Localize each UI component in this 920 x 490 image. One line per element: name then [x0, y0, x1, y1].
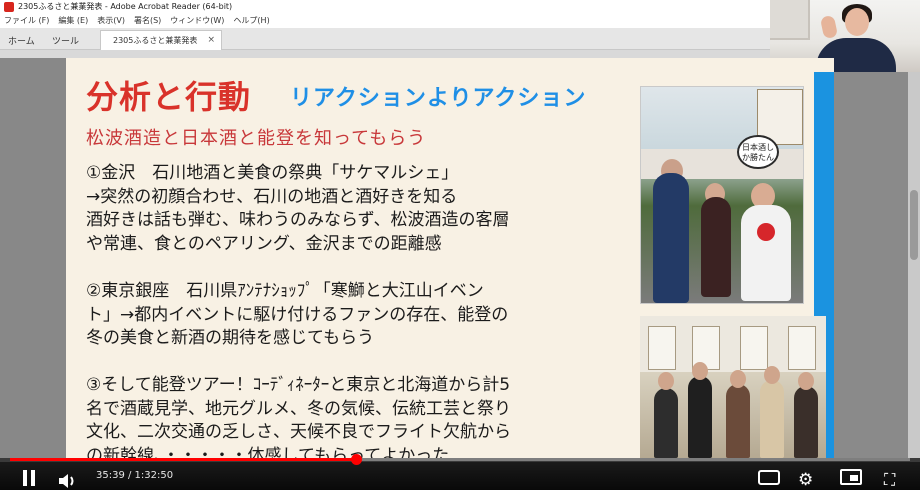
- progress-scrubber[interactable]: [351, 454, 362, 465]
- gear-icon[interactable]: ⚙: [798, 466, 813, 490]
- volume-icon[interactable]: [58, 471, 78, 488]
- photo-shirt-logo: [757, 223, 775, 241]
- tab-document[interactable]: 2305ふるさと兼業発表 ×: [100, 30, 222, 50]
- document-scrollbar[interactable]: [908, 72, 920, 458]
- fullscreen-icon[interactable]: ⛶: [884, 466, 895, 490]
- slide-subtitle: リアクションよりアクション: [290, 86, 587, 111]
- scrollbar-thumb[interactable]: [910, 190, 918, 260]
- slide-title: 分析と行動: [86, 78, 252, 116]
- photo-person: [653, 173, 689, 303]
- close-icon[interactable]: ×: [207, 35, 215, 45]
- photo-person-head: [730, 370, 746, 388]
- tab-tools[interactable]: ツール: [52, 34, 79, 47]
- acrobat-app-icon: [4, 2, 14, 12]
- photo-person: [794, 386, 818, 458]
- tab-home[interactable]: ホーム: [8, 34, 35, 47]
- paragraph-ginza: ②東京銀座 石川県ｱﾝﾃﾅｼｮｯﾌﾟ「寒鰤と大江山イベン ト」→都内イベントに駆…: [86, 281, 509, 348]
- photo-brewery-tour: [640, 316, 826, 458]
- photo-person-head: [764, 366, 780, 384]
- menu-view[interactable]: 表示(V): [97, 14, 125, 28]
- photo-person: [701, 197, 731, 297]
- window-title: 2305ふるさと兼業発表 - Adobe Acrobat Reader (64-…: [18, 2, 233, 11]
- paragraph-kanazawa: ①金沢 石川地酒と美食の祭典「サケマルシェ」 →突然の初顔合わせ、石川の地酒と酒…: [86, 163, 510, 254]
- time-display: 35:39 / 1:32:50: [96, 470, 174, 481]
- menu-help[interactable]: ヘルプ(H): [233, 14, 269, 28]
- photo-person: [741, 205, 791, 301]
- video-frame: 2305ふるさと兼業発表 - Adobe Acrobat Reader (64-…: [0, 0, 920, 490]
- miniplayer-icon[interactable]: [840, 469, 862, 485]
- window-titlebar: 2305ふるさと兼業発表 - Adobe Acrobat Reader (64-…: [0, 0, 770, 14]
- presenter-hand: [819, 14, 839, 40]
- slide-page: 分析と行動 リアクションよりアクション 松波酒造と日本酒と能登を知ってもらう ①…: [66, 58, 834, 458]
- progress-fill: [10, 458, 356, 461]
- tab-bar: ホーム ツール 2305ふるさと兼業発表 ×: [0, 28, 770, 50]
- menu-window[interactable]: ウィンドウ(W): [170, 14, 224, 28]
- pause-icon[interactable]: [22, 470, 36, 488]
- photo-person-head: [692, 362, 708, 380]
- menu-edit[interactable]: 編集 (E): [58, 14, 88, 28]
- slide-heading: 松波酒造と日本酒と能登を知ってもらう: [86, 128, 427, 149]
- photo-person: [760, 380, 784, 458]
- webcam-background-window: [770, 0, 810, 40]
- photo-person-head: [798, 372, 814, 390]
- tab-document-label: 2305ふるさと兼業発表: [113, 36, 198, 45]
- photo-display-board: [648, 326, 676, 370]
- photo-person: [688, 376, 712, 458]
- photo-display-board: [788, 326, 816, 370]
- photo-display-board: [740, 326, 768, 370]
- subtitles-icon[interactable]: [758, 470, 780, 485]
- photo-speech-bubble: 日本酒しか勝たん: [737, 135, 779, 169]
- menu-sign[interactable]: 署名(S): [134, 14, 161, 28]
- photo-sake-marche: 日本酒しか勝たん: [640, 86, 804, 304]
- document-gutter-left: [0, 58, 66, 458]
- photo-person-head: [658, 372, 674, 390]
- photo-person: [726, 384, 750, 458]
- menu-file[interactable]: ファイル (F): [4, 14, 49, 28]
- menu-bar: ファイル (F) 編集 (E) 表示(V) 署名(S) ウィンドウ(W) ヘルプ…: [0, 14, 770, 28]
- presenter-face: [845, 8, 869, 36]
- paragraph-noto-tour: ③そして能登ツアー！ｺｰﾃﾞｨﾈｰﾀｰと東京と北海道から計5 名で酒蔵見学、地元…: [86, 375, 511, 458]
- photo-person: [654, 388, 678, 458]
